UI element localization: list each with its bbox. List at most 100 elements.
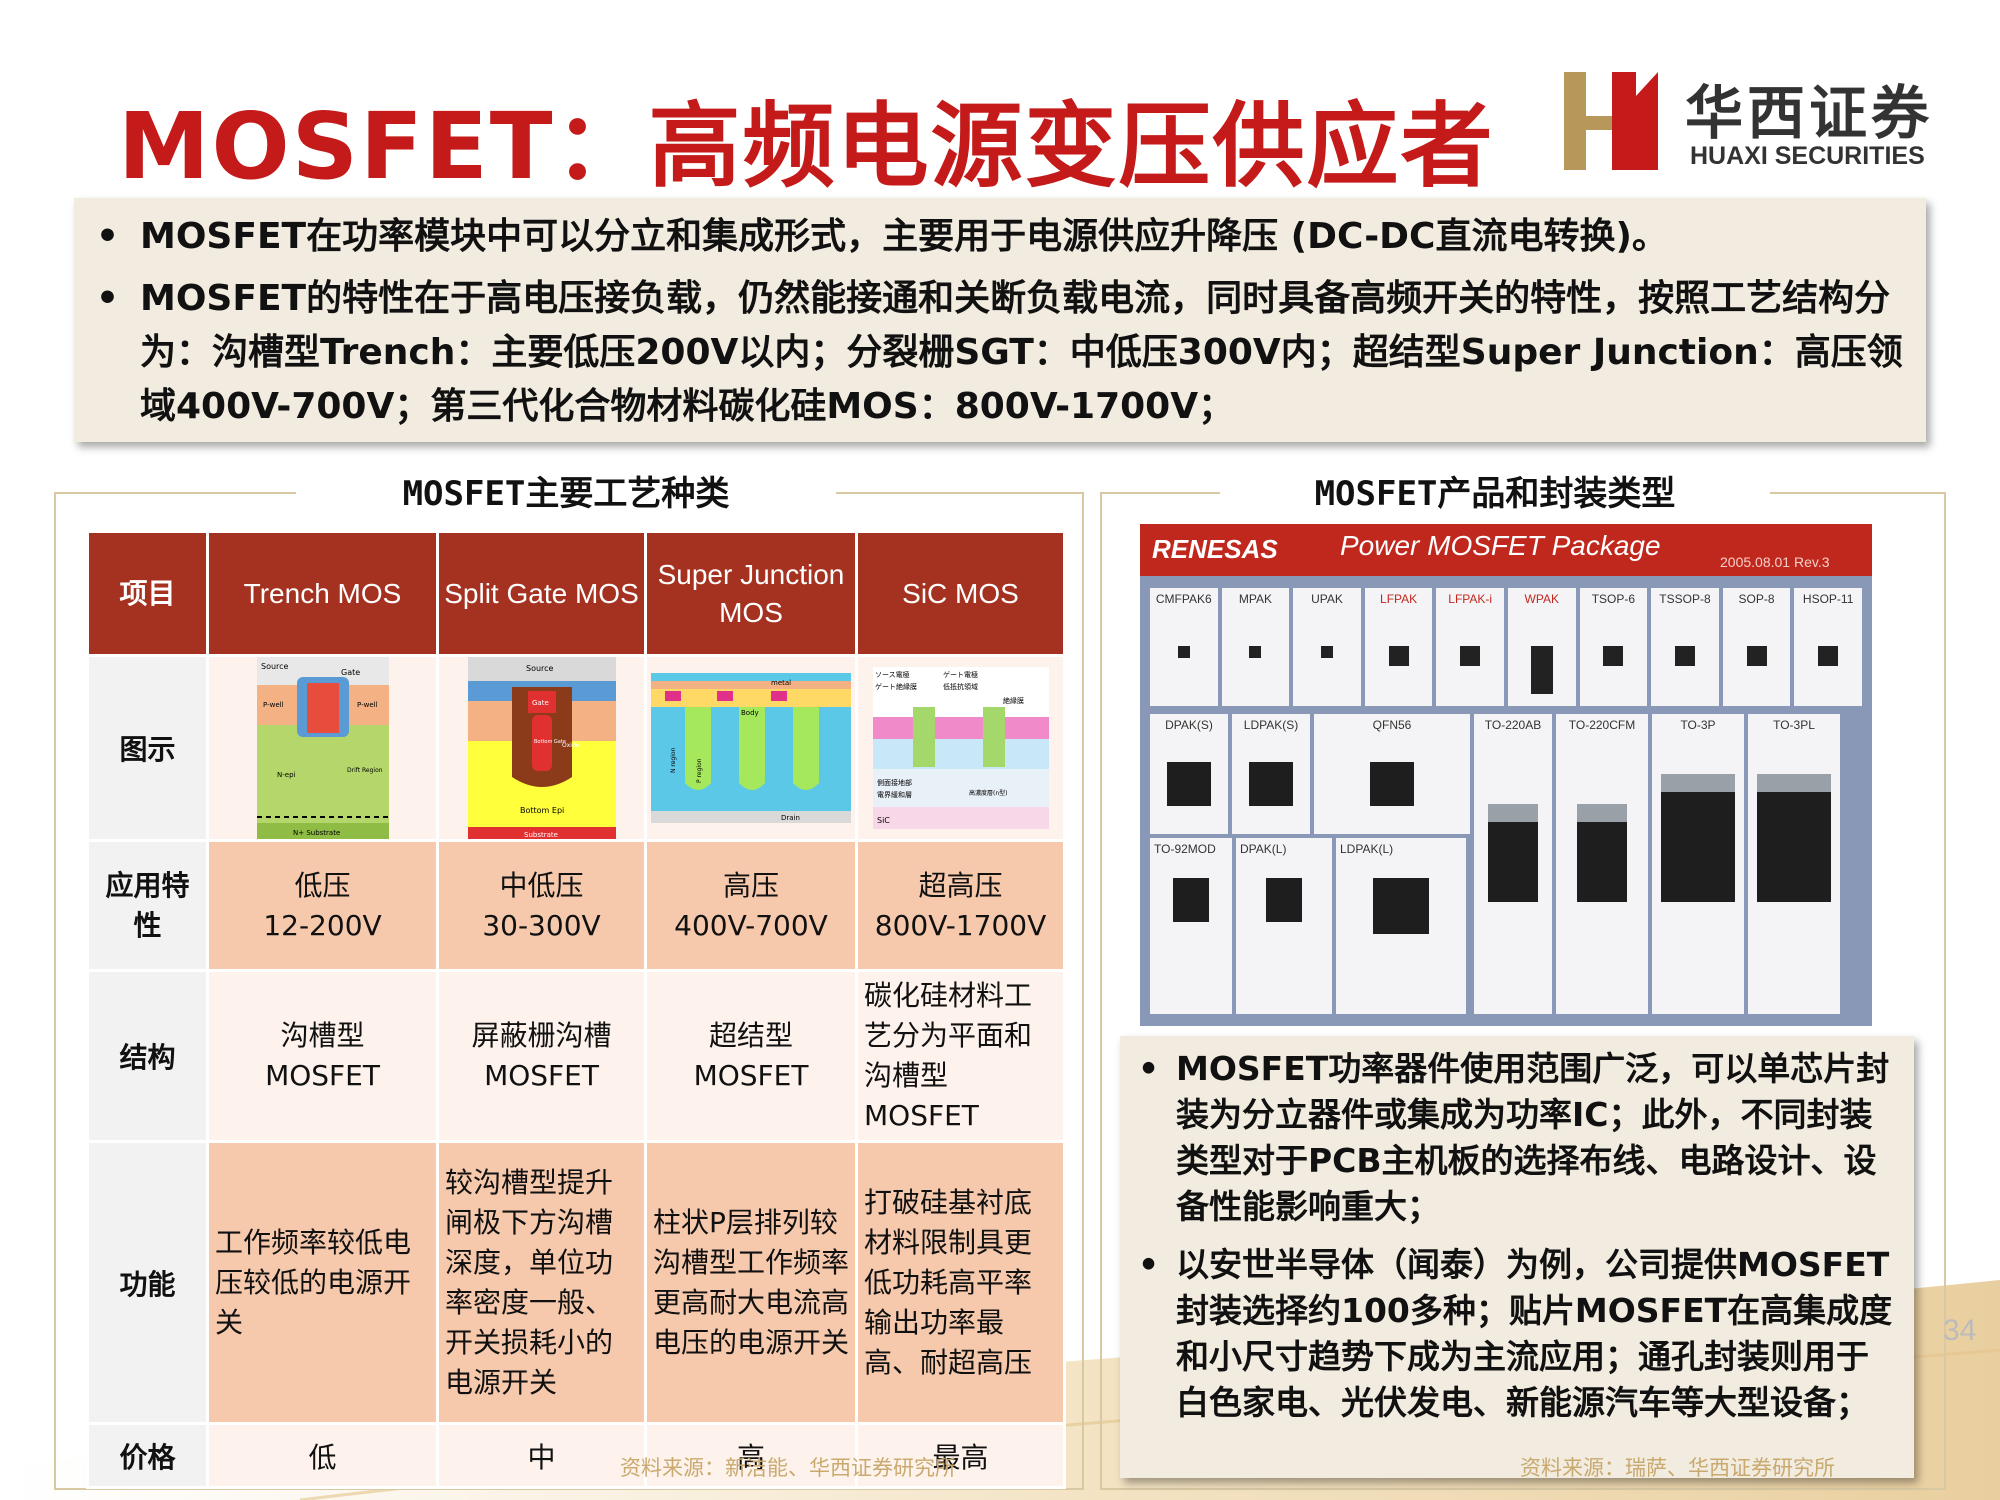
package-label: QFN56 (1372, 718, 1412, 732)
package-tile: SOP-8 (1722, 588, 1791, 706)
sj-label-drain: Drain (781, 814, 800, 822)
package-label: LFPAK-i (1448, 592, 1493, 606)
trench-diagram-cell: Source Gate P-well P-well N-epi Drift Re… (206, 654, 439, 842)
package-tile: LDPAK(S) (1232, 714, 1310, 834)
header-split-gate: Split Gate MOS (436, 530, 647, 657)
sj-label-metal: metal (771, 679, 791, 687)
sj-label-n-region: N region (670, 747, 677, 773)
package-label: TO-220AB (1484, 718, 1542, 732)
package-tile: UPAK (1293, 588, 1361, 706)
photo-rev: 2005.08.01 Rev.3 (1720, 554, 1830, 570)
package-chip (1177, 646, 1190, 658)
package-label: TO-3PL (1773, 718, 1815, 732)
package-tile: TO-92MOD (1150, 838, 1232, 1014)
package-tile: MPAK (1221, 588, 1290, 706)
application-cell: 低压 12-200V (206, 839, 439, 972)
package-row-medium: DPAK(S) LDPAK(S) QFN56 TO-220AB TO-220CFM TO-… (1150, 714, 1862, 1014)
package-chip (1674, 646, 1695, 666)
package-label: WPAK (1524, 592, 1559, 606)
package-tile: QFN56 (1314, 714, 1470, 834)
table-row-function: 功能 工作频率较低电压较低的电源开关 较沟槽型提升闸极下方沟槽深度，单位功率密度… (86, 1140, 1066, 1425)
package-tile: TSSOP-8 (1651, 588, 1719, 706)
structure-cell: 碳化硅材料工艺分为平面和沟槽型MOSFET (855, 969, 1066, 1143)
table-row-structure: 结构 沟槽型 MOSFET 屏蔽栅沟槽 MOSFET 超结型 MOSFET 碳化… (86, 969, 1066, 1143)
sic-label-3: ゲート絶縁膜 (875, 682, 917, 691)
package-chip (1577, 804, 1627, 902)
package-tile: TO-220CFM (1556, 714, 1648, 1014)
package-tile: WPAK (1507, 588, 1576, 706)
table-header-row: 项目 Trench MOS Split Gate MOS Super Junct… (86, 530, 1066, 657)
process-types-title: MOSFET主要工艺种类 (296, 466, 836, 515)
logo: 华西证券 HUAXI SECURITIES (1560, 66, 1960, 176)
application-cell: 中低压 30-300V (436, 839, 647, 972)
logo-en-text: HUAXI SECURITIES (1690, 142, 1925, 170)
photo-heading: Power MOSFET Package (1340, 530, 1661, 561)
packages-title: MOSFET产品和封装类型 (1220, 466, 1770, 515)
row-label-diagram: 图示 (86, 654, 209, 842)
application-cell: 高压 400V-700V (644, 839, 858, 972)
table-row-diagram: 图示 Source Gate P-well P-well N-epi Drift… (86, 654, 1066, 842)
sic-label-7: 電界緩和層 (877, 790, 912, 799)
left-source-note: 资料来源：新洁能、华西证券研究所 (620, 1456, 956, 1480)
sic-diagram-cell: ソース電極 ゲート電極 ゲート絶縁膜 低抵抗領域 絶縁膜 側面接地部 電界緩和層… (855, 654, 1066, 842)
sj-label-p-region: P region (696, 758, 703, 783)
application-cell: 超高压 800V-1700V (855, 839, 1066, 972)
package-chip (1603, 646, 1624, 666)
package-chip (1266, 878, 1302, 922)
row-label-price: 价格 (86, 1422, 209, 1489)
split-gate-diagram-cell: Source Gate Oxide Bottom Gate Bottom Epi… (436, 654, 647, 842)
package-tile: TO-220AB (1474, 714, 1552, 1014)
sic-label-2: ゲート電極 (943, 670, 978, 679)
intro-bullet: MOSFET在功率模块中可以分立和集成形式，主要用于电源供应升降压 (DC-DC… (96, 210, 1904, 264)
package-tile: LDPAK(L) (1336, 838, 1466, 1014)
package-tile: LFPAK-i (1436, 588, 1504, 706)
package-tile: DPAK(S) (1150, 714, 1228, 834)
package-chip (1757, 774, 1831, 902)
package-notes-box: MOSFET功率器件使用范围广泛，可以单芯片封装为分立器件或集成为功率IC；此外… (1120, 1036, 1914, 1478)
sic-label-8: 高濃度層(n型) (969, 789, 1008, 797)
package-label: CMFPAK6 (1155, 592, 1212, 606)
function-cell: 工作频率较低电压较低的电源开关 (206, 1140, 439, 1425)
renesas-package-photo: RENESAS Power MOSFET Package 2005.08.01 … (1140, 524, 1872, 1026)
package-tile: DPAK(L) (1236, 838, 1332, 1014)
structure-cell: 屏蔽栅沟槽 MOSFET (436, 969, 647, 1143)
header-item: 项目 (86, 530, 209, 657)
package-chip (1320, 646, 1333, 658)
function-cell: 打破硅基衬底材料限制具更低功耗高平率输出功率最高、耐超高压 (855, 1140, 1066, 1425)
package-chip (1488, 804, 1538, 902)
trench-mos-diagram: Source Gate P-well P-well N-epi Drift Re… (256, 657, 389, 839)
package-chip (1661, 774, 1735, 902)
package-chip (1746, 646, 1767, 666)
structure-cell: 沟槽型 MOSFET (206, 969, 439, 1143)
package-tile: CMFPAK6 (1150, 588, 1218, 706)
split-label-bottom-gate: Bottom Gate (534, 739, 566, 745)
package-label: TO-92MOD (1154, 842, 1216, 856)
price-cell: 中 (436, 1422, 647, 1489)
package-chip (1388, 646, 1409, 666)
package-row-small: CMFPAK6 MPAK UPAK LFPAK LFPAK-i WPAK TSOP-6 TSS… (1150, 588, 1862, 706)
header-sic: SiC MOS (855, 530, 1066, 657)
header-trench: Trench MOS (206, 530, 439, 657)
split-label-source: Source (526, 664, 554, 673)
row-label-structure: 结构 (86, 969, 209, 1143)
package-tile: HSOP-11 (1794, 588, 1862, 706)
structure-cell: 超结型 MOSFET (644, 969, 858, 1143)
right-source-note: 资料来源：瑞萨、华西证券研究所 (1520, 1456, 1835, 1480)
package-chip (1173, 878, 1209, 922)
package-chip (1370, 762, 1414, 806)
function-cell: 柱状P层排列较沟槽型工作频率更高耐大电流高电压的电源开关 (644, 1140, 858, 1425)
package-label: UPAK (1311, 592, 1343, 606)
intro-bullet: MOSFET的特性在于高电压接负载，仍然能接通和关断负载电流，同时具备高频开关的… (96, 272, 1904, 434)
sic-label-6: 側面接地部 (877, 778, 912, 787)
package-note: 以安世半导体（闻泰）为例，公司提供MOSFET封装选择约100多种；贴片MOSF… (1138, 1242, 1896, 1426)
package-label: LDPAK(S) (1243, 718, 1299, 732)
trench-label-nepi: N-epi (277, 771, 296, 779)
trench-label-substrate: N+ Substrate (293, 829, 340, 837)
function-cell: 较沟槽型提升闸极下方沟槽深度，单位功率密度一般、开关损耗小的电源开关 (436, 1140, 647, 1425)
package-label: LFPAK (1380, 592, 1418, 606)
package-label: HSOP-11 (1802, 592, 1854, 606)
mosfet-process-table: 项目 Trench MOS Split Gate MOS Super Junct… (86, 530, 1066, 1489)
table-row-application: 应用特性 低压 12-200V 中低压 30-300V 高压 400V-700V… (86, 839, 1066, 972)
trench-label-gate: Gate (341, 668, 360, 677)
package-note: MOSFET功率器件使用范围广泛，可以单芯片封装为分立器件或集成为功率IC；此外… (1138, 1046, 1896, 1230)
